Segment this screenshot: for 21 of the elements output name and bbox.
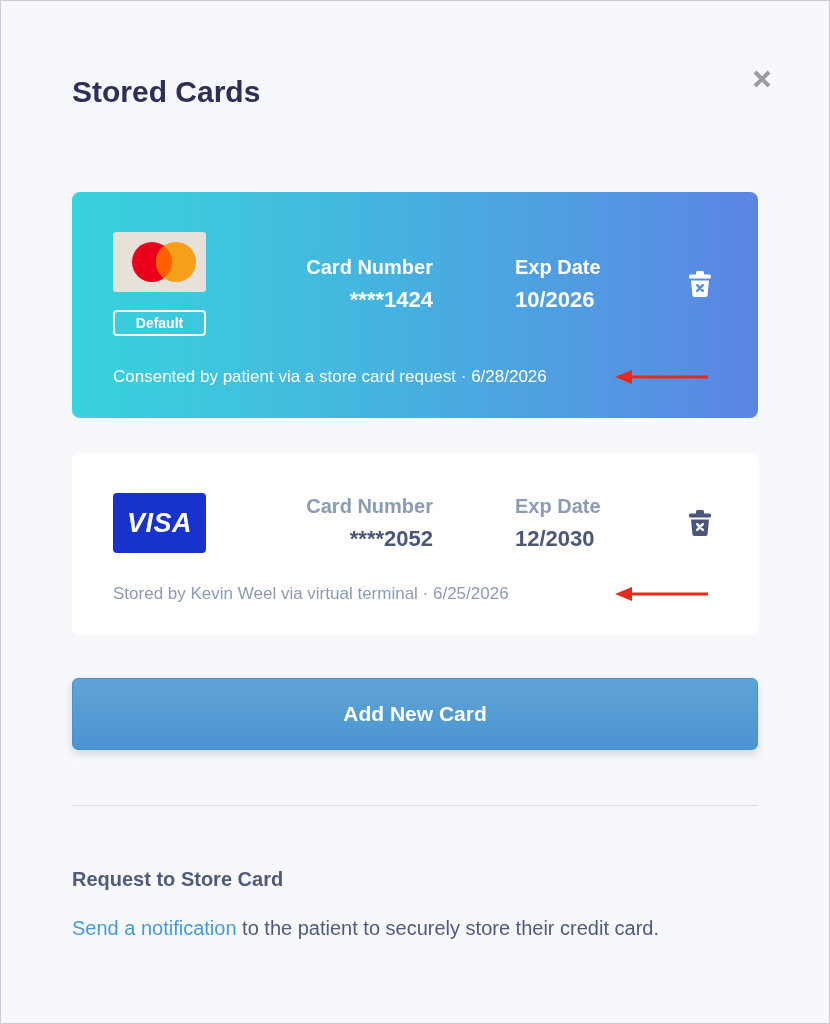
card-number: ****2052 xyxy=(349,524,433,553)
card-number-label: Card Number xyxy=(306,493,433,518)
request-title: Request to Store Card xyxy=(72,867,284,891)
notification-link[interactable]: Send a notification xyxy=(72,917,237,939)
card-note: Stored by Kevin Weel via virtual terminal · 6/25/2026 xyxy=(113,583,509,605)
default-badge: Default xyxy=(113,310,206,336)
dialog-title: Stored Cards xyxy=(72,74,261,110)
request-text: Send a notification to the patient to securely store their credit card. xyxy=(72,916,659,941)
trash-icon[interactable] xyxy=(689,271,711,297)
brand-logo: VISA xyxy=(113,493,206,553)
exp-date-label: Exp Date xyxy=(515,254,601,279)
trash-icon[interactable] xyxy=(689,510,711,536)
exp-date: 10/2026 xyxy=(515,285,595,314)
exp-date: 12/2030 xyxy=(515,524,595,553)
card-number: ****1424 xyxy=(349,285,433,314)
circles-logo-icon xyxy=(113,232,206,292)
exp-date-label: Exp Date xyxy=(515,493,601,518)
close-icon[interactable] xyxy=(753,70,771,88)
card-number-label: Card Number xyxy=(306,254,433,279)
add-card-button[interactable]: Add New Card xyxy=(72,678,758,750)
card-note: Consented by patient via a store card request · 6/28/2026 xyxy=(113,366,547,388)
